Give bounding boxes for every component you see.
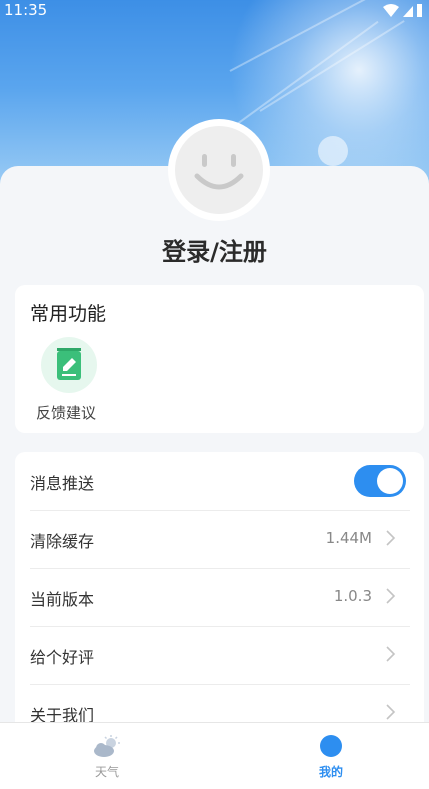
tab-weather-label: 天气	[94, 765, 119, 779]
settings-row-version[interactable]: 当前版本 1.0.3	[30, 568, 410, 627]
settings-card: 消息推送 清除缓存 1.44M 当前版本 1.0.3 给个好评 关于我们	[15, 452, 424, 752]
feedback-edit-icon	[57, 348, 81, 380]
status-time: 11:35	[4, 1, 48, 19]
settings-row-rate[interactable]: 给个好评	[30, 626, 410, 685]
smiley-face-icon	[194, 154, 244, 190]
profile-dot-icon	[320, 735, 342, 757]
chevron-right-icon	[386, 530, 396, 546]
signal-wifi-battery-icon	[383, 4, 422, 17]
settings-row-clear-cache[interactable]: 清除缓存 1.44M	[30, 510, 410, 569]
common-functions-title: 常用功能	[30, 303, 107, 325]
push-notification-label: 消息推送	[30, 474, 95, 493]
rate-app-label: 给个好评	[30, 648, 95, 667]
bottom-tab-bar: 天气 我的	[0, 722, 429, 789]
chevron-right-icon	[386, 588, 396, 604]
tab-weather[interactable]: 天气	[47, 723, 167, 789]
cache-size-value: 1.44M	[325, 529, 372, 547]
status-bar: 11:35	[0, 0, 429, 22]
settings-row-push: 消息推送	[30, 452, 410, 511]
version-value: 1.0.3	[333, 587, 372, 605]
push-notification-toggle[interactable]	[354, 465, 406, 497]
feedback-label[interactable]: 反馈建议	[36, 402, 96, 423]
chevron-right-icon	[386, 646, 396, 662]
tab-profile[interactable]: 我的	[271, 723, 391, 789]
avatar-face	[175, 126, 263, 214]
feedback-button[interactable]	[41, 337, 97, 393]
clear-cache-label: 清除缓存	[30, 532, 95, 551]
lens-flare-orb	[318, 136, 348, 166]
version-label: 当前版本	[30, 590, 95, 609]
tab-profile-label: 我的	[318, 765, 343, 779]
avatar[interactable]	[168, 119, 270, 221]
common-functions-card: 常用功能 反馈建议	[15, 285, 424, 433]
weather-icon	[94, 735, 120, 757]
login-register-link[interactable]: 登录/注册	[0, 232, 429, 267]
toggle-knob	[377, 468, 403, 494]
chevron-right-icon	[386, 704, 396, 720]
